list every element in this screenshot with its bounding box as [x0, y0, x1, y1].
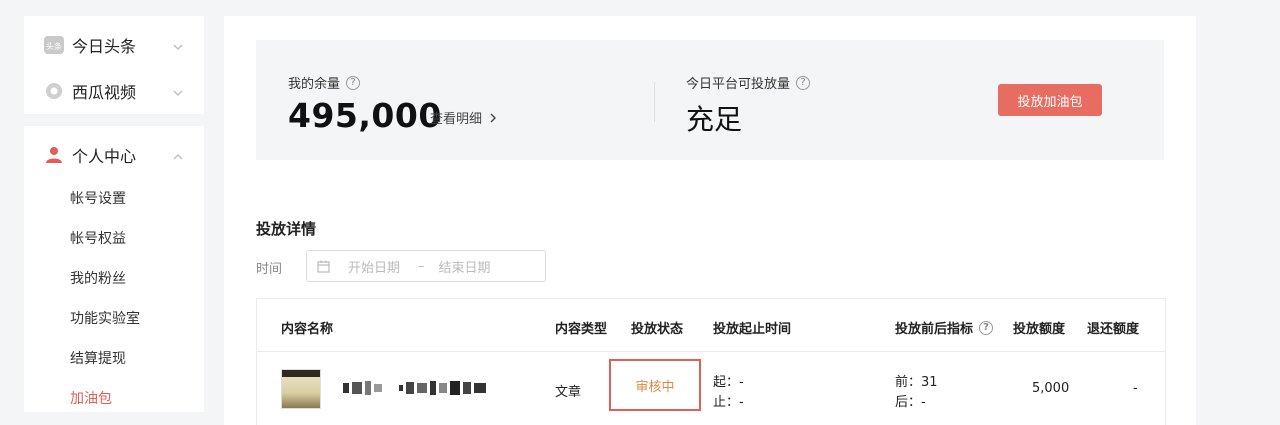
platform-capacity-value: 充足 — [686, 103, 743, 136]
period-end-label: 止： — [713, 395, 740, 410]
help-icon[interactable]: ? — [796, 75, 811, 90]
content-title-redacted[interactable] — [343, 381, 486, 395]
metric-after: 后：- — [895, 391, 926, 410]
chevron-down-icon — [172, 38, 184, 57]
period-end-value: - — [739, 395, 744, 410]
column-header-type: 内容类型 — [555, 322, 608, 337]
period-start-value: - — [739, 375, 744, 390]
start-date-input[interactable]: 开始日期 — [348, 257, 400, 276]
sidebar: 头条 今日头条 西瓜视频 个人中心 帐号设置 帐号权益 我的粉丝 功能实验室 结… — [24, 16, 204, 412]
metric-after-value: - — [921, 395, 926, 410]
time-filter-label: 时间 — [256, 262, 283, 277]
sidebar-personal-card: 个人中心 帐号设置 帐号权益 我的粉丝 功能实验室 结算提现 加油包 — [24, 126, 204, 412]
chevron-down-icon — [172, 84, 184, 103]
platform-capacity-label: 今日平台可投放量 ? — [686, 73, 811, 92]
table-header: 内容名称 内容类型 投放状态 投放起止时间 投放前后指标 ? 投放额度 退还额度 — [257, 299, 1165, 352]
content-thumbnail[interactable] — [281, 369, 321, 409]
boost-details-table: 内容名称 内容类型 投放状态 投放起止时间 投放前后指标 ? 投放额度 退还额度 — [256, 298, 1166, 425]
chevron-up-icon — [172, 148, 184, 167]
sidebar-item-boost-pack[interactable]: 加油包 — [24, 378, 204, 418]
svg-text:头条: 头条 — [46, 41, 62, 51]
sidebar-item-account-rights[interactable]: 帐号权益 — [24, 218, 204, 258]
my-balance-label-text: 我的余量 — [288, 77, 341, 92]
platform-capacity-label-text: 今日平台可投放量 — [686, 77, 791, 92]
user-icon — [44, 145, 64, 165]
nav-group-label: 西瓜视频 — [72, 83, 137, 102]
xigua-logo-icon — [44, 81, 64, 101]
help-icon[interactable]: ? — [346, 75, 361, 90]
nav-group-label: 今日头条 — [72, 37, 137, 56]
column-header-amount: 投放额度 — [1013, 322, 1066, 337]
nav-group-toutiao[interactable]: 头条 今日头条 — [24, 22, 204, 68]
date-range-picker[interactable]: 开始日期 – 结束日期 — [306, 250, 546, 282]
view-details-link[interactable]: 查看明细 — [430, 108, 498, 127]
metric-before-value: 31 — [921, 375, 938, 390]
nav-group-personal-center[interactable]: 个人中心 — [24, 132, 204, 178]
calendar-icon — [317, 260, 330, 273]
sidebar-platforms-card: 头条 今日头条 西瓜视频 — [24, 16, 204, 114]
column-header-refund: 退还额度 — [1087, 322, 1140, 337]
period-end: 止：- — [713, 391, 744, 410]
table-row: 文章 审核中 起：- 止：- 前：31 后：- 5,000 - — [257, 353, 1165, 425]
column-header-metrics: 投放前后指标 ? — [895, 318, 994, 337]
period-start: 起：- — [713, 371, 744, 390]
column-header-period: 投放起止时间 — [713, 322, 792, 337]
status-badge[interactable]: 审核中 — [609, 359, 701, 411]
main-content: 我的余量 ? 495,000 查看明细 今日平台可投放量 ? 充足 投放加油包 … — [224, 16, 1196, 425]
view-details-text: 查看明细 — [430, 112, 483, 127]
nav-group-xigua[interactable]: 西瓜视频 — [24, 68, 204, 114]
toutiao-logo-icon: 头条 — [44, 35, 64, 55]
balance-panel: 我的余量 ? 495,000 查看明细 今日平台可投放量 ? 充足 投放加油包 — [256, 40, 1164, 160]
sidebar-item-my-fans[interactable]: 我的粉丝 — [24, 258, 204, 298]
column-header-status: 投放状态 — [631, 322, 684, 337]
section-title: 投放详情 — [256, 220, 317, 238]
metric-after-label: 后： — [895, 395, 922, 410]
sidebar-item-feature-lab[interactable]: 功能实验室 — [24, 298, 204, 338]
sidebar-item-settlement[interactable]: 结算提现 — [24, 338, 204, 378]
content-type-value: 文章 — [555, 385, 582, 400]
help-icon[interactable]: ? — [979, 320, 994, 335]
my-balance-value: 495,000 — [288, 96, 442, 135]
my-balance-label: 我的余量 ? — [288, 73, 361, 92]
amount-value: 5,000 — [1032, 381, 1070, 396]
column-header-metrics-text: 投放前后指标 — [895, 322, 974, 337]
period-start-label: 起： — [713, 375, 740, 390]
metric-before-label: 前： — [895, 375, 922, 390]
metric-before: 前：31 — [895, 371, 938, 390]
end-date-input[interactable]: 结束日期 — [439, 257, 491, 276]
chevron-right-icon — [488, 112, 498, 124]
vertical-divider — [654, 82, 655, 122]
column-header-name: 内容名称 — [281, 322, 334, 337]
nav-group-label: 个人中心 — [72, 147, 137, 166]
sidebar-item-account-settings[interactable]: 帐号设置 — [24, 178, 204, 218]
refund-value: - — [1133, 381, 1138, 396]
date-separator: – — [418, 258, 425, 274]
buy-boost-pack-button[interactable]: 投放加油包 — [998, 84, 1102, 116]
